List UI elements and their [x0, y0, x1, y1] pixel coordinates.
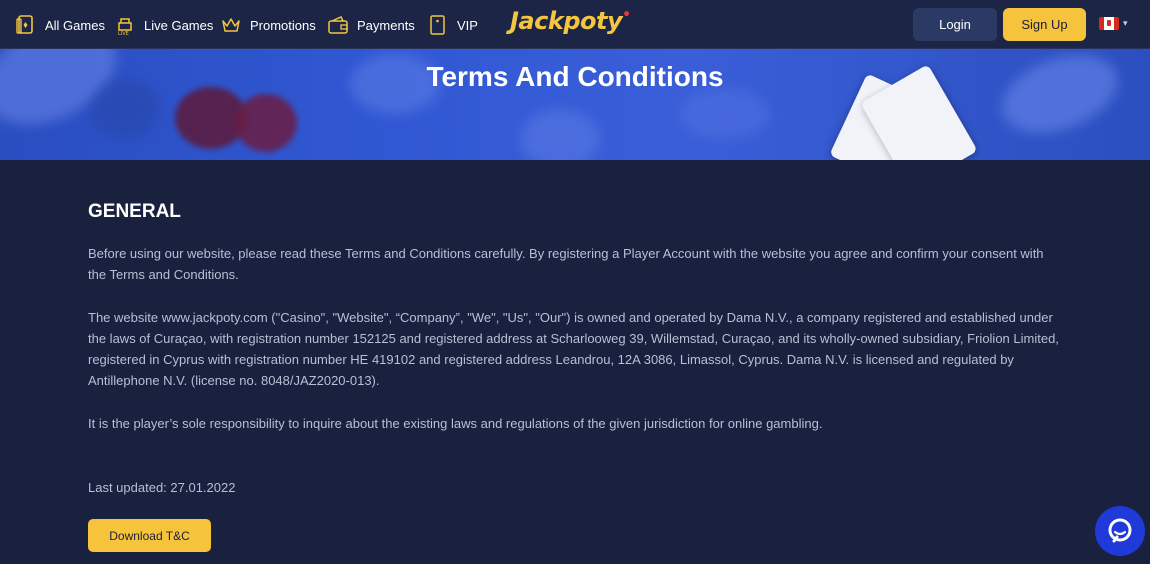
flag-canada-icon: [1099, 17, 1119, 30]
hero-banner: Terms And Conditions: [0, 49, 1150, 160]
nav-all-games-label: All Games: [45, 17, 105, 33]
vip-card-icon: [428, 14, 448, 36]
language-selector[interactable]: ▾: [1099, 17, 1128, 30]
download-tc-button[interactable]: Download T&C: [88, 519, 211, 552]
terms-paragraph: The website www.jackpoty.com ("Casino", …: [88, 310, 1059, 388]
login-button[interactable]: Login: [913, 8, 997, 41]
nav-promotions[interactable]: Promotions: [221, 13, 316, 37]
nav-live-games-label: Live Games: [144, 17, 214, 33]
logo-dot-icon: •: [622, 7, 631, 23]
top-navigation-bar: All Games LIVE Live Games Promotions Pay…: [0, 0, 1150, 49]
nav-payments-label: Payments: [357, 17, 415, 33]
crown-icon: [221, 14, 241, 36]
section-heading: GENERAL: [88, 201, 181, 222]
nav-promotions-label: Promotions: [250, 17, 316, 33]
banner-decoration: [520, 109, 600, 160]
cards-icon: [16, 14, 36, 36]
svg-text:LIVE: LIVE: [118, 31, 129, 36]
jackpoty-logo[interactable]: Jackpoty•: [510, 7, 631, 35]
live-chat-button[interactable]: [1095, 506, 1145, 556]
nav-vip-label: VIP: [457, 17, 478, 33]
sign-up-button[interactable]: Sign Up: [1003, 8, 1086, 41]
nav-live-games[interactable]: LIVE Live Games: [115, 13, 214, 38]
nav-vip[interactable]: VIP: [428, 13, 478, 37]
cherry-decoration: [235, 94, 297, 152]
last-updated-text: Last updated: 27.01.2022: [88, 480, 236, 495]
page-title: Terms And Conditions: [426, 61, 724, 92]
banner-decoration: [680, 89, 770, 139]
chat-bubble-icon: [1106, 517, 1134, 545]
nav-all-games[interactable]: All Games: [16, 13, 105, 37]
terms-paragraph: It is the player’s sole responsibility t…: [88, 416, 823, 431]
terms-paragraph: Before using our website, please read th…: [88, 246, 1044, 282]
logo-text: Jackpoty: [510, 7, 623, 35]
wallet-icon: [328, 14, 348, 36]
nav-payments[interactable]: Payments: [328, 13, 415, 37]
chevron-down-icon: ▾: [1123, 18, 1128, 28]
live-dealer-icon: LIVE: [115, 14, 135, 37]
